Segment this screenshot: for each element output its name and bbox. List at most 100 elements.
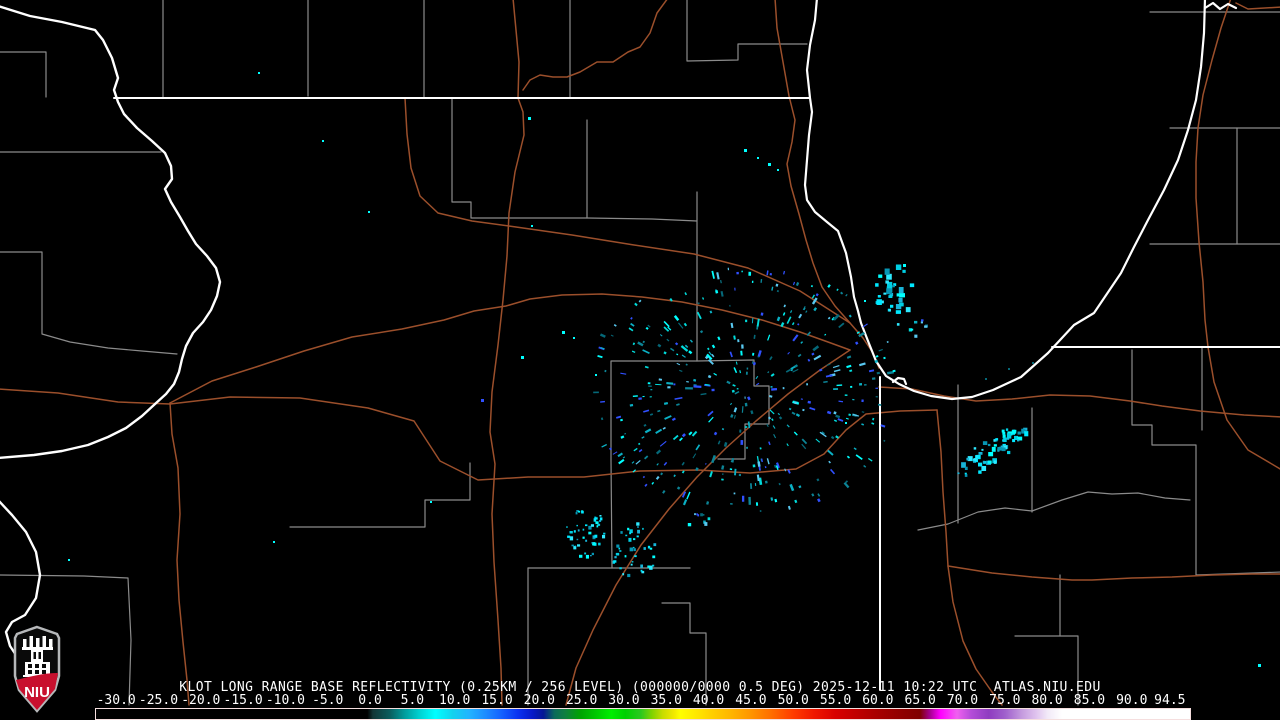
radar-echo	[667, 386, 671, 389]
radar-echo	[739, 429, 742, 433]
radar-echo	[850, 385, 853, 388]
radar-echo	[711, 270, 715, 279]
radar-echo	[880, 424, 886, 428]
radar-echo	[727, 267, 730, 271]
radar-echo	[849, 369, 853, 373]
radar-echo	[816, 478, 820, 482]
radar-echo	[631, 350, 636, 354]
radar-echo	[637, 529, 640, 534]
road-line	[522, 0, 668, 91]
radar-echo	[720, 280, 722, 284]
radar-echo	[672, 434, 679, 441]
radar-echo	[750, 483, 753, 489]
radar-echo	[802, 408, 805, 412]
radar-echo	[883, 292, 887, 295]
radar-echo	[756, 382, 760, 386]
radar-echo	[778, 416, 783, 420]
radar-echo	[793, 431, 798, 436]
radar-echo	[782, 312, 786, 316]
radar-echo	[700, 513, 703, 517]
radar-echo	[258, 72, 260, 74]
radar-echo	[733, 407, 738, 413]
radar-echo	[988, 452, 994, 457]
colorbar-tick-label: 80.0	[1031, 693, 1063, 708]
radar-echo	[753, 334, 756, 340]
radar-echo	[878, 274, 883, 278]
radar-echo	[666, 338, 670, 342]
radar-echo	[636, 522, 640, 526]
radar-echo	[898, 297, 903, 303]
radar-echo	[681, 433, 686, 438]
radar-echo	[775, 283, 779, 287]
radar-echo	[736, 271, 739, 275]
radar-echo	[732, 384, 736, 387]
radar-echo	[322, 140, 324, 142]
radar-echo	[685, 363, 688, 366]
colorbar-tick-label: -30.0	[96, 693, 136, 708]
radar-echo	[593, 391, 599, 394]
radar-echo	[815, 293, 819, 297]
radar-echo	[655, 383, 662, 386]
radar-echo	[746, 446, 748, 449]
radar-echo	[768, 163, 771, 166]
radar-echo	[657, 343, 662, 348]
radar-echo	[777, 169, 779, 171]
radar-echo	[846, 355, 852, 359]
radar-echo	[681, 354, 686, 358]
radar-echo	[964, 466, 968, 470]
radar-echo	[755, 375, 759, 380]
radar-echo	[827, 316, 831, 320]
radar-echo	[807, 400, 812, 404]
radar-echo	[726, 380, 731, 385]
radar-echo	[993, 460, 997, 464]
radar-echo	[631, 461, 635, 464]
radar-echo	[575, 511, 578, 515]
radar-echo	[1008, 368, 1010, 370]
radar-echo	[846, 364, 852, 369]
radar-echo	[855, 454, 863, 461]
radar-echo	[862, 323, 868, 328]
radar-echo	[790, 310, 793, 314]
radar-echo	[888, 309, 891, 312]
radar-echo	[673, 383, 676, 386]
colorbar-tick-label: 5.0	[400, 693, 425, 708]
radar-echo	[770, 373, 775, 377]
radar-echo	[1005, 428, 1009, 431]
radar-echo	[687, 523, 692, 527]
radar-echo	[622, 573, 625, 576]
radar-echo	[711, 344, 716, 349]
radar-echo	[598, 542, 601, 546]
radar-echo	[595, 374, 597, 376]
radar-echo	[638, 442, 641, 446]
radar-echo	[791, 411, 796, 415]
radar-echo	[651, 481, 655, 485]
radar-echo	[810, 284, 814, 288]
radar-echo	[693, 385, 702, 388]
colorbar-tick-label: 60.0	[862, 693, 894, 708]
radar-echo	[757, 350, 762, 357]
radar-echo	[848, 413, 852, 417]
county-line	[451, 97, 588, 219]
radar-echo	[613, 324, 617, 327]
radar-echo	[827, 284, 831, 288]
radar-echo	[685, 387, 693, 390]
radar-echo	[655, 428, 663, 434]
colorbar-tick-labels: -30.0 -25.0 -20.0 -15.0 -10.0 -5.0 0.0 5.0 10.0 1…	[0, 694, 1280, 707]
radar-echo	[707, 517, 711, 521]
colorbar-tick-label: 75.0	[989, 693, 1021, 708]
radar-echo	[759, 510, 762, 512]
radar-echo	[653, 543, 657, 547]
radar-echo	[620, 435, 625, 439]
radar-echo	[735, 361, 738, 365]
radar-echo	[812, 345, 820, 352]
radar-echo	[886, 288, 892, 295]
radar-echo	[745, 319, 748, 323]
radar-echo	[792, 281, 796, 286]
colorbar-tick-label: -20.0	[181, 693, 221, 708]
radar-echo	[722, 473, 724, 476]
county-line	[289, 462, 471, 528]
radar-echo	[876, 371, 881, 375]
radar-echo	[957, 472, 960, 475]
colorbar-tick-label: 70.0	[946, 693, 979, 708]
radar-echo	[978, 462, 983, 467]
